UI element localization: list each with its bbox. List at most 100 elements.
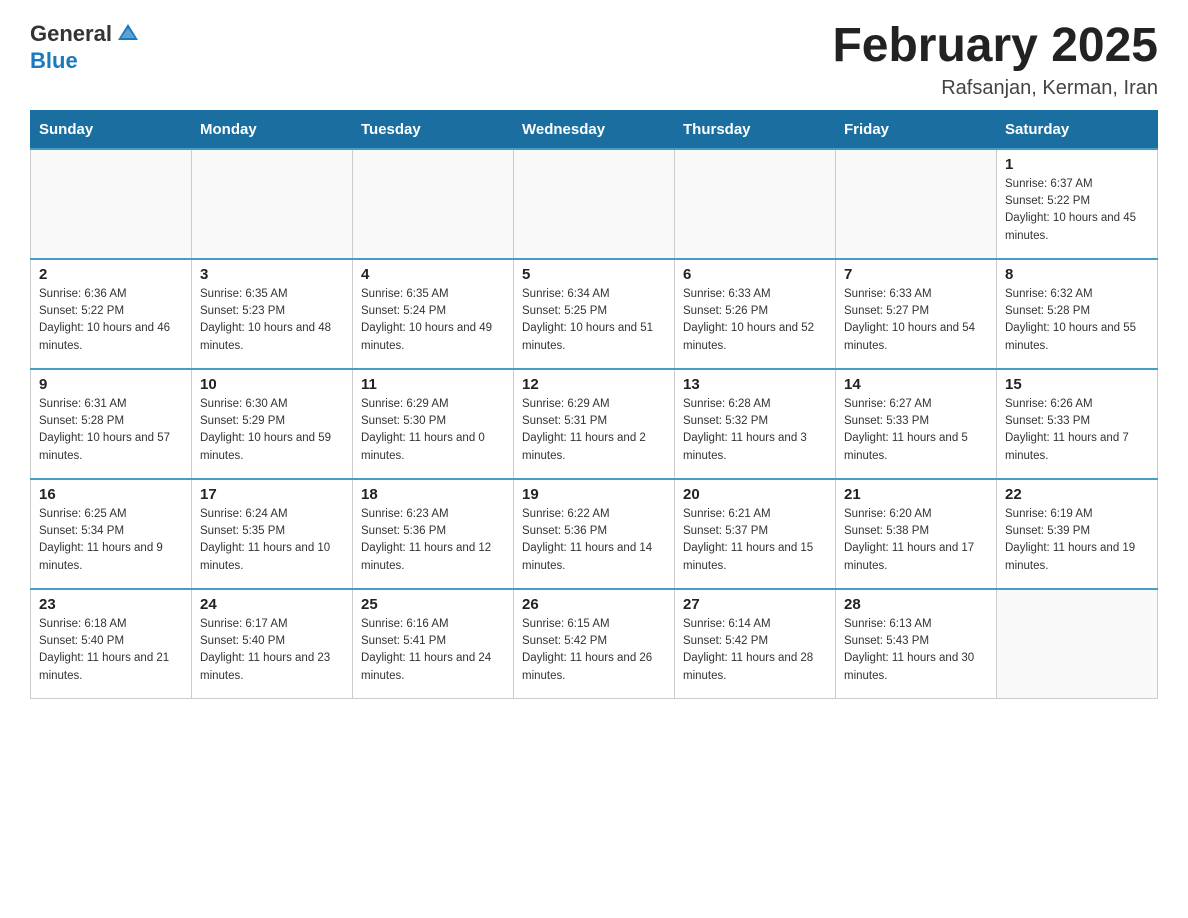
day-number: 5 <box>522 266 666 283</box>
day-info: Sunrise: 6:25 AM Sunset: 5:34 PM Dayligh… <box>39 506 183 575</box>
day-number: 1 <box>1005 156 1149 173</box>
day-info: Sunrise: 6:36 AM Sunset: 5:22 PM Dayligh… <box>39 286 183 355</box>
calendar-cell: 24 Sunrise: 6:17 AM Sunset: 5:40 PM Dayli… <box>192 589 353 699</box>
day-info: Sunrise: 6:30 AM Sunset: 5:29 PM Dayligh… <box>200 396 344 465</box>
day-info: Sunrise: 6:23 AM Sunset: 5:36 PM Dayligh… <box>361 506 505 575</box>
calendar-cell <box>675 149 836 259</box>
logo-blue-text: Blue <box>30 48 78 74</box>
day-info: Sunrise: 6:37 AM Sunset: 5:22 PM Dayligh… <box>1005 176 1149 245</box>
day-info: Sunrise: 6:27 AM Sunset: 5:33 PM Dayligh… <box>844 396 988 465</box>
month-title: February 2025 <box>832 20 1158 73</box>
day-number: 11 <box>361 376 505 393</box>
calendar-cell <box>997 589 1158 699</box>
day-info: Sunrise: 6:33 AM Sunset: 5:27 PM Dayligh… <box>844 286 988 355</box>
day-number: 17 <box>200 486 344 503</box>
calendar-cell: 15 Sunrise: 6:26 AM Sunset: 5:33 PM Dayli… <box>997 369 1158 479</box>
calendar-cell: 17 Sunrise: 6:24 AM Sunset: 5:35 PM Dayli… <box>192 479 353 589</box>
calendar-cell: 3Sunrise: 6:35 AM Sunset: 5:23 PM Daylig… <box>192 259 353 369</box>
day-number: 20 <box>683 486 827 503</box>
calendar-cell <box>514 149 675 259</box>
day-number: 2 <box>39 266 183 283</box>
day-number: 25 <box>361 596 505 613</box>
day-info: Sunrise: 6:28 AM Sunset: 5:32 PM Dayligh… <box>683 396 827 465</box>
weekday-header-friday: Friday <box>836 110 997 149</box>
day-number: 9 <box>39 376 183 393</box>
location-subtitle: Rafsanjan, Kerman, Iran <box>832 77 1158 100</box>
calendar-cell: 2 Sunrise: 6:36 AM Sunset: 5:22 PM Daylig… <box>31 259 192 369</box>
calendar-cell: 14 Sunrise: 6:27 AM Sunset: 5:33 PM Dayli… <box>836 369 997 479</box>
day-number: 7 <box>844 266 988 283</box>
day-info: Sunrise: 6:21 AM Sunset: 5:37 PM Dayligh… <box>683 506 827 575</box>
day-number: 16 <box>39 486 183 503</box>
calendar-cell <box>353 149 514 259</box>
day-info: Sunrise: 6:29 AM Sunset: 5:30 PM Dayligh… <box>361 396 505 465</box>
day-info: Sunrise: 6:18 AM Sunset: 5:40 PM Dayligh… <box>39 616 183 685</box>
day-number: 27 <box>683 596 827 613</box>
day-number: 19 <box>522 486 666 503</box>
calendar-cell: 9 Sunrise: 6:31 AM Sunset: 5:28 PM Daylig… <box>31 369 192 479</box>
calendar-cell: 25Sunrise: 6:16 AM Sunset: 5:41 PM Dayli… <box>353 589 514 699</box>
week-row-2: 2 Sunrise: 6:36 AM Sunset: 5:22 PM Daylig… <box>31 259 1158 369</box>
calendar-cell: 18 Sunrise: 6:23 AM Sunset: 5:36 PM Dayli… <box>353 479 514 589</box>
day-number: 14 <box>844 376 988 393</box>
week-row-3: 9 Sunrise: 6:31 AM Sunset: 5:28 PM Daylig… <box>31 369 1158 479</box>
calendar-cell: 28Sunrise: 6:13 AM Sunset: 5:43 PM Dayli… <box>836 589 997 699</box>
day-number: 8 <box>1005 266 1149 283</box>
day-number: 24 <box>200 596 344 613</box>
day-number: 13 <box>683 376 827 393</box>
day-info: Sunrise: 6:17 AM Sunset: 5:40 PM Dayligh… <box>200 616 344 685</box>
calendar-cell: 12Sunrise: 6:29 AM Sunset: 5:31 PM Dayli… <box>514 369 675 479</box>
calendar-cell: 11 Sunrise: 6:29 AM Sunset: 5:30 PM Dayli… <box>353 369 514 479</box>
week-row-1: 1 Sunrise: 6:37 AM Sunset: 5:22 PM Daylig… <box>31 149 1158 259</box>
calendar-cell: 26 Sunrise: 6:15 AM Sunset: 5:42 PM Dayli… <box>514 589 675 699</box>
calendar-cell <box>31 149 192 259</box>
week-row-4: 16 Sunrise: 6:25 AM Sunset: 5:34 PM Dayli… <box>31 479 1158 589</box>
day-info: Sunrise: 6:22 AM Sunset: 5:36 PM Dayligh… <box>522 506 666 575</box>
day-info: Sunrise: 6:19 AM Sunset: 5:39 PM Dayligh… <box>1005 506 1149 575</box>
day-number: 4 <box>361 266 505 283</box>
day-info: Sunrise: 6:35 AM Sunset: 5:24 PM Dayligh… <box>361 286 505 355</box>
calendar-table: SundayMondayTuesdayWednesdayThursdayFrid… <box>30 110 1158 700</box>
calendar-cell: 13 Sunrise: 6:28 AM Sunset: 5:32 PM Dayli… <box>675 369 836 479</box>
day-number: 23 <box>39 596 183 613</box>
day-info: Sunrise: 6:33 AM Sunset: 5:26 PM Dayligh… <box>683 286 827 355</box>
day-info: Sunrise: 6:26 AM Sunset: 5:33 PM Dayligh… <box>1005 396 1149 465</box>
day-info: Sunrise: 6:34 AM Sunset: 5:25 PM Dayligh… <box>522 286 666 355</box>
weekday-header-tuesday: Tuesday <box>353 110 514 149</box>
day-info: Sunrise: 6:31 AM Sunset: 5:28 PM Dayligh… <box>39 396 183 465</box>
calendar-cell: 8Sunrise: 6:32 AM Sunset: 5:28 PM Daylig… <box>997 259 1158 369</box>
calendar-cell: 19 Sunrise: 6:22 AM Sunset: 5:36 PM Dayli… <box>514 479 675 589</box>
day-number: 22 <box>1005 486 1149 503</box>
calendar-cell <box>836 149 997 259</box>
day-number: 3 <box>200 266 344 283</box>
weekday-header-saturday: Saturday <box>997 110 1158 149</box>
logo: General Blue <box>30 20 144 74</box>
calendar-cell: 21Sunrise: 6:20 AM Sunset: 5:38 PM Dayli… <box>836 479 997 589</box>
calendar-cell <box>192 149 353 259</box>
logo-icon <box>114 20 142 48</box>
calendar-cell: 16 Sunrise: 6:25 AM Sunset: 5:34 PM Dayli… <box>31 479 192 589</box>
weekday-header-monday: Monday <box>192 110 353 149</box>
title-area: February 2025 Rafsanjan, Kerman, Iran <box>832 20 1158 100</box>
day-number: 18 <box>361 486 505 503</box>
weekday-header-thursday: Thursday <box>675 110 836 149</box>
day-number: 10 <box>200 376 344 393</box>
day-info: Sunrise: 6:14 AM Sunset: 5:42 PM Dayligh… <box>683 616 827 685</box>
weekday-header-sunday: Sunday <box>31 110 192 149</box>
weekday-header-wednesday: Wednesday <box>514 110 675 149</box>
calendar-cell: 4 Sunrise: 6:35 AM Sunset: 5:24 PM Daylig… <box>353 259 514 369</box>
week-row-5: 23 Sunrise: 6:18 AM Sunset: 5:40 PM Dayli… <box>31 589 1158 699</box>
page-header: General Blue February 2025 Rafsanjan, Ke… <box>30 20 1158 100</box>
day-number: 21 <box>844 486 988 503</box>
day-info: Sunrise: 6:24 AM Sunset: 5:35 PM Dayligh… <box>200 506 344 575</box>
calendar-cell: 1 Sunrise: 6:37 AM Sunset: 5:22 PM Daylig… <box>997 149 1158 259</box>
day-number: 15 <box>1005 376 1149 393</box>
calendar-cell: 20 Sunrise: 6:21 AM Sunset: 5:37 PM Dayli… <box>675 479 836 589</box>
day-number: 26 <box>522 596 666 613</box>
calendar-cell: 22 Sunrise: 6:19 AM Sunset: 5:39 PM Dayli… <box>997 479 1158 589</box>
day-number: 6 <box>683 266 827 283</box>
day-info: Sunrise: 6:15 AM Sunset: 5:42 PM Dayligh… <box>522 616 666 685</box>
calendar-cell: 6 Sunrise: 6:33 AM Sunset: 5:26 PM Daylig… <box>675 259 836 369</box>
day-info: Sunrise: 6:29 AM Sunset: 5:31 PM Dayligh… <box>522 396 666 465</box>
logo-general-text: General <box>30 21 112 47</box>
